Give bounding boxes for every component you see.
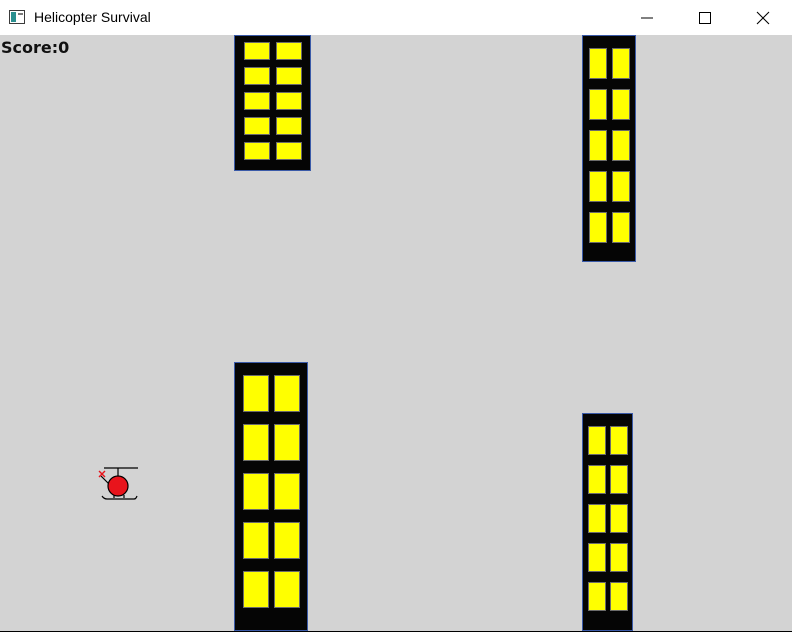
building-window xyxy=(276,92,302,110)
close-icon xyxy=(756,11,770,25)
app-window-icon xyxy=(9,10,25,24)
helicopter-player xyxy=(98,467,138,500)
building-window xyxy=(243,473,269,510)
building-window xyxy=(589,48,607,79)
building-window xyxy=(243,424,269,461)
building-window xyxy=(612,171,630,202)
building-window xyxy=(612,130,630,161)
building-bottom-right xyxy=(582,413,633,631)
building-window xyxy=(244,67,270,85)
building-window xyxy=(588,504,606,533)
building-window xyxy=(276,67,302,85)
building-window xyxy=(589,89,607,120)
building-window xyxy=(589,171,607,202)
building-window xyxy=(612,89,630,120)
building-window xyxy=(274,473,300,510)
building-window xyxy=(610,504,628,533)
minimize-button[interactable] xyxy=(618,0,676,35)
building-window xyxy=(244,42,270,60)
score-label: Score: xyxy=(1,38,59,57)
building-window xyxy=(588,543,606,572)
window-title: Helicopter Survival xyxy=(34,9,151,25)
title-bar[interactable]: Helicopter Survival xyxy=(0,0,792,35)
building-bottom-left xyxy=(234,362,308,631)
building-window xyxy=(274,522,300,559)
building-window xyxy=(244,117,270,135)
close-button[interactable] xyxy=(734,0,792,35)
building-window xyxy=(243,375,269,412)
score-value: 0 xyxy=(58,38,70,57)
building-window xyxy=(276,142,302,160)
building-window xyxy=(612,48,630,79)
building-window xyxy=(276,117,302,135)
building-window xyxy=(588,426,606,455)
score-display: Score:0 xyxy=(1,38,69,58)
building-window xyxy=(274,571,300,608)
building-window xyxy=(274,375,300,412)
building-window xyxy=(612,212,630,243)
game-canvas[interactable]: Score:0 xyxy=(0,35,792,631)
building-window xyxy=(276,42,302,60)
building-window xyxy=(243,571,269,608)
building-window xyxy=(244,142,270,160)
building-window xyxy=(610,582,628,611)
building-window xyxy=(243,522,269,559)
maximize-button[interactable] xyxy=(676,0,734,35)
minimize-icon xyxy=(641,17,653,19)
building-top-left xyxy=(234,35,311,171)
building-window xyxy=(610,465,628,494)
building-window xyxy=(588,582,606,611)
building-top-right xyxy=(582,35,636,262)
building-window xyxy=(589,212,607,243)
building-window xyxy=(274,424,300,461)
building-window xyxy=(244,92,270,110)
building-window xyxy=(588,465,606,494)
building-window xyxy=(610,543,628,572)
building-window xyxy=(589,130,607,161)
building-window xyxy=(610,426,628,455)
maximize-icon xyxy=(699,12,711,24)
